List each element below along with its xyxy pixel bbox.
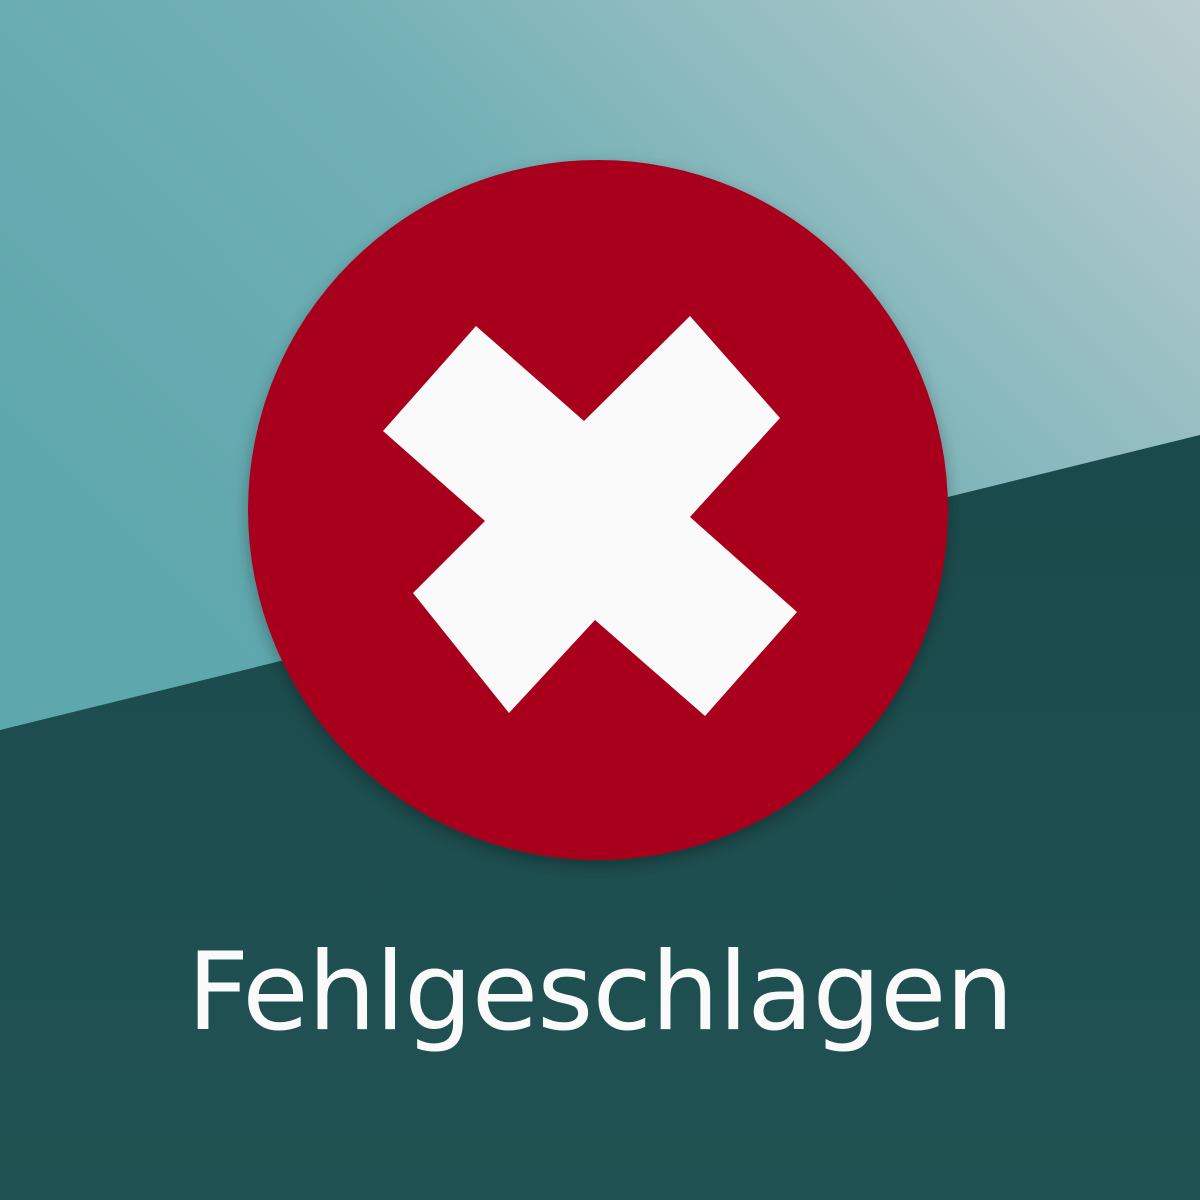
status-label: Fehlgeschlagen bbox=[187, 930, 1014, 1055]
error-badge bbox=[248, 160, 948, 860]
